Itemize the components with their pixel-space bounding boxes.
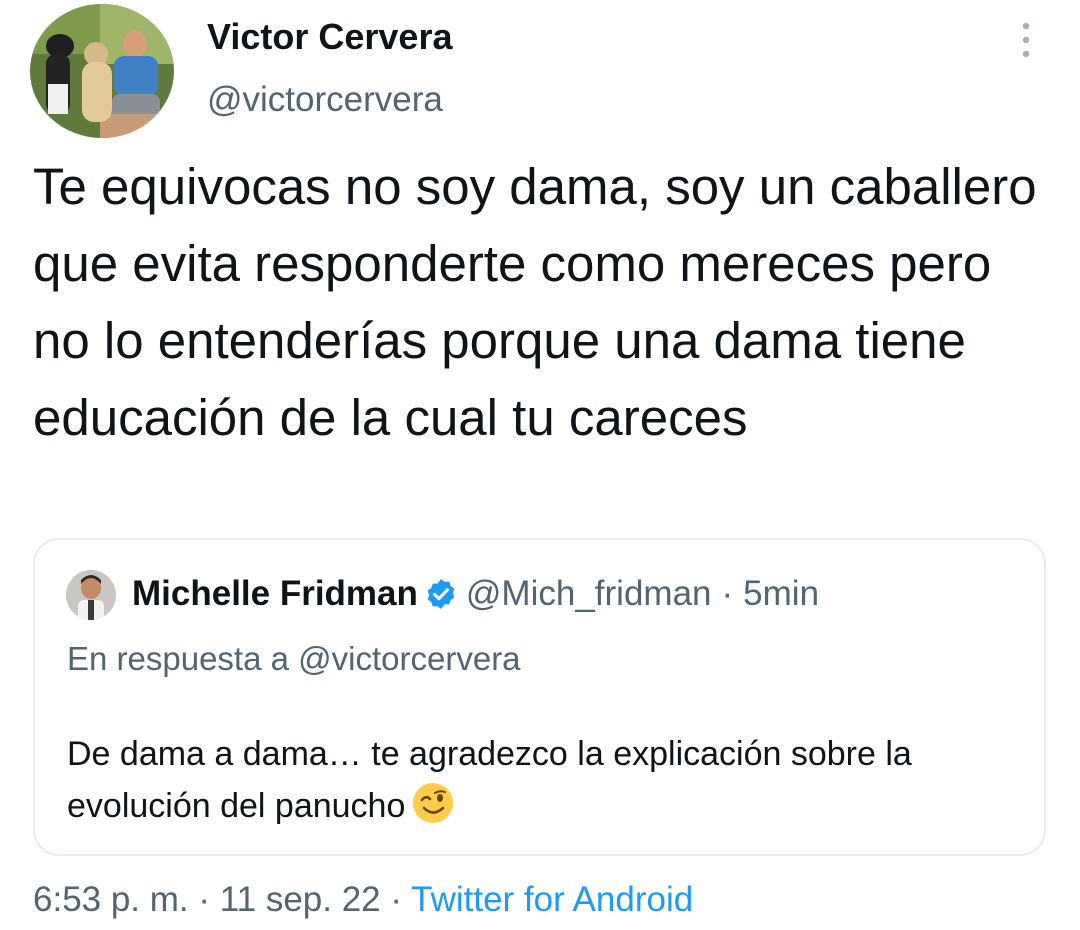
reply-prefix: En respuesta a bbox=[67, 640, 289, 677]
verified-badge-icon bbox=[427, 579, 455, 609]
tweet-date[interactable]: 11 sep. 22 bbox=[220, 880, 381, 919]
reply-to-handle[interactable]: @victorcervera bbox=[298, 640, 520, 677]
quoted-header: Michelle Fridman @Mich_fridman · 5min bbox=[132, 574, 819, 614]
tweet-source-link[interactable]: Twitter for Android bbox=[411, 880, 693, 919]
quoted-author-avatar[interactable] bbox=[66, 570, 116, 620]
quoted-separator: · bbox=[721, 574, 734, 613]
quoted-author-name[interactable]: Michelle Fridman bbox=[132, 574, 418, 614]
tweet-time[interactable]: 6:53 p. m. bbox=[33, 880, 189, 919]
quoted-text-body: De dama a dama… te agradezco la explicac… bbox=[67, 735, 912, 825]
more-vertical-icon[interactable] bbox=[1014, 20, 1038, 60]
quoted-avatar-photo bbox=[66, 570, 116, 620]
quoted-tweet-card[interactable]: Michelle Fridman @Mich_fridman · 5min En… bbox=[33, 538, 1046, 856]
meta-separator: · bbox=[390, 880, 403, 919]
avatar-photo bbox=[30, 4, 174, 138]
author-avatar[interactable] bbox=[30, 4, 174, 138]
author-name[interactable]: Victor Cervera bbox=[207, 16, 452, 58]
winking-face-emoji-icon bbox=[413, 783, 454, 823]
quoted-author-handle[interactable]: @Mich_fridman bbox=[466, 574, 712, 614]
tweet-text: Te equivocas no soy dama, soy un caballe… bbox=[33, 158, 1037, 446]
author-handle[interactable]: @victorcervera bbox=[207, 80, 443, 120]
quoted-tweet-text: De dama a dama… te agradezco la explicac… bbox=[67, 728, 1007, 832]
tweet-meta: 6:53 p. m. · 11 sep. 22 · Twitter for An… bbox=[33, 880, 693, 920]
quoted-timestamp[interactable]: 5min bbox=[743, 574, 819, 614]
quoted-reply-context: En respuesta a @victorcervera bbox=[67, 640, 521, 678]
meta-separator: · bbox=[198, 880, 211, 919]
